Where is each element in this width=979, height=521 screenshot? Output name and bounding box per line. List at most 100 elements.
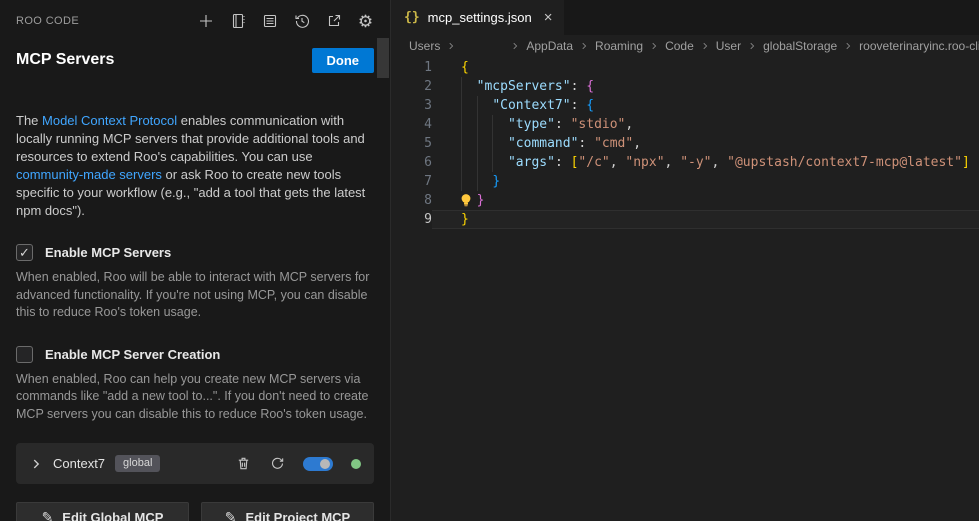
inline-link[interactable]: community-made servers [16, 167, 162, 182]
line-number: 6 [392, 153, 432, 172]
tab-mcp-settings-json[interactable]: {} mcp_settings.json × [392, 0, 564, 35]
code-token: } [461, 212, 469, 227]
roo-code-mcp-window: ROO CODE ⚙ MCP S [0, 0, 979, 521]
setting-label: Enable MCP Server Creation [45, 347, 220, 362]
indent-guide [461, 134, 462, 153]
code-line[interactable]: 6 "args": ["/c", "npx", "-y", "@upstash/… [392, 153, 979, 172]
code-token: "cmd" [594, 136, 633, 151]
indent-guide [461, 153, 462, 172]
notebook-icon[interactable] [229, 13, 246, 30]
line-number: 7 [392, 172, 432, 191]
server-icon[interactable] [261, 13, 278, 30]
panel-toolbar: ⚙ [197, 13, 374, 30]
indent-guide [461, 172, 462, 191]
close-icon[interactable]: × [544, 9, 553, 26]
lightbulb-icon[interactable] [459, 193, 473, 208]
enable-mcp-server-creation-checkbox[interactable]: ✓ [16, 346, 33, 363]
code-token: "npx" [625, 155, 664, 170]
breadcrumb-segment[interactable]: Roaming [595, 39, 643, 53]
breadcrumb-segment[interactable]: AppData [526, 39, 573, 53]
code-line[interactable]: 1{ [392, 58, 979, 77]
editor-tab-bar: {} mcp_settings.json × [392, 0, 979, 35]
code-token: "mcpServers" [477, 79, 571, 94]
code-token: : [571, 98, 587, 113]
panel-scrollbar[interactable] [377, 38, 389, 78]
history-icon[interactable] [293, 13, 310, 30]
title-row: MCP Servers Done [16, 46, 374, 74]
breadcrumb-segment[interactable]: rooveterinaryinc.roo-cli [859, 39, 979, 53]
chevron-right-icon[interactable] [29, 457, 43, 471]
open-external-icon[interactable] [325, 13, 342, 30]
intro-text: The [16, 113, 42, 128]
code-token: "-y" [680, 155, 711, 170]
code-editor[interactable]: 1{2 "mcpServers": {3 "Context7": {4 "typ… [392, 58, 979, 229]
indent-guide [461, 115, 462, 134]
chevron-right-icon [446, 39, 456, 53]
server-row-context7[interactable]: Context7 global [16, 443, 374, 484]
chevron-right-icon [579, 39, 589, 53]
done-button[interactable]: Done [312, 48, 375, 73]
code-line[interactable]: 7 } [392, 172, 979, 191]
code-token: : [578, 136, 594, 151]
code-line[interactable]: 8 } [392, 191, 979, 210]
indent-guide [492, 153, 493, 172]
code-token [461, 79, 477, 94]
line-number: 5 [392, 134, 432, 153]
code-token: { [586, 79, 594, 94]
line-number: 1 [392, 58, 432, 77]
code-line[interactable]: 3 "Context7": { [392, 96, 979, 115]
code-line[interactable]: 2 "mcpServers": { [392, 77, 979, 96]
breadcrumb-segment[interactable]: globalStorage [763, 39, 837, 53]
breadcrumb-segment[interactable]: Code [665, 39, 694, 53]
indent-guide [477, 115, 478, 134]
server-scope-badge: global [115, 455, 160, 472]
chevron-right-icon [649, 39, 659, 53]
plus-icon[interactable] [197, 13, 214, 30]
page-title: MCP Servers [16, 51, 114, 69]
pencil-icon: ✎ [42, 509, 54, 521]
mcp-description: The Model Context Protocol enables commu… [16, 112, 376, 220]
edit-global-mcp-button[interactable]: ✎ Edit Global MCP [16, 502, 189, 521]
server-name: Context7 [53, 456, 105, 471]
code-token: "Context7" [492, 98, 570, 113]
json-icon: {} [404, 10, 420, 25]
setting-enable-mcp-servers: ✓ Enable MCP Servers When enabled, Roo w… [16, 244, 374, 322]
breadcrumb-segment[interactable]: Users [409, 39, 440, 53]
setting-description: When enabled, Roo will be able to intera… [16, 269, 372, 322]
extension-title: ROO CODE [16, 15, 79, 27]
indent-guide [492, 134, 493, 153]
trash-icon[interactable] [235, 456, 251, 472]
setting-description: When enabled, Roo can help you create ne… [16, 371, 372, 424]
code-token: "type" [508, 117, 555, 132]
code-line[interactable]: 4 "type": "stdio", [392, 115, 979, 134]
code-token [461, 136, 508, 151]
gear-icon[interactable]: ⚙ [357, 13, 374, 30]
line-number: 8 [392, 191, 432, 210]
code-token: "/c" [578, 155, 609, 170]
enable-mcp-servers-checkbox[interactable]: ✓ [16, 244, 33, 261]
chevron-right-icon [510, 39, 520, 53]
server-enabled-toggle[interactable] [303, 457, 333, 471]
edit-project-mcp-button[interactable]: ✎ Edit Project MCP [201, 502, 374, 521]
code-token: } [492, 174, 500, 189]
code-token [461, 117, 508, 132]
restart-icon[interactable] [269, 456, 285, 472]
code-token: : [555, 117, 571, 132]
code-line[interactable]: 5 "command": "cmd", [392, 134, 979, 153]
code-token [461, 155, 508, 170]
mcp-settings-panel: ROO CODE ⚙ MCP S [0, 0, 391, 521]
line-number: 9 [392, 210, 432, 229]
code-token: "command" [508, 136, 578, 151]
code-token: ] [962, 155, 970, 170]
inline-link[interactable]: Model Context Protocol [42, 113, 177, 128]
chevron-right-icon [747, 39, 757, 53]
code-token: { [461, 60, 469, 75]
chevron-right-icon [843, 39, 853, 53]
breadcrumb: Users AppData Roaming Code User globalStorage… [392, 35, 979, 57]
line-number: 2 [392, 77, 432, 96]
code-line[interactable]: 9} [392, 210, 979, 229]
code-token: , [625, 117, 633, 132]
indent-guide [461, 96, 462, 115]
breadcrumb-segment[interactable]: User [716, 39, 741, 53]
code-token: } [477, 193, 485, 208]
